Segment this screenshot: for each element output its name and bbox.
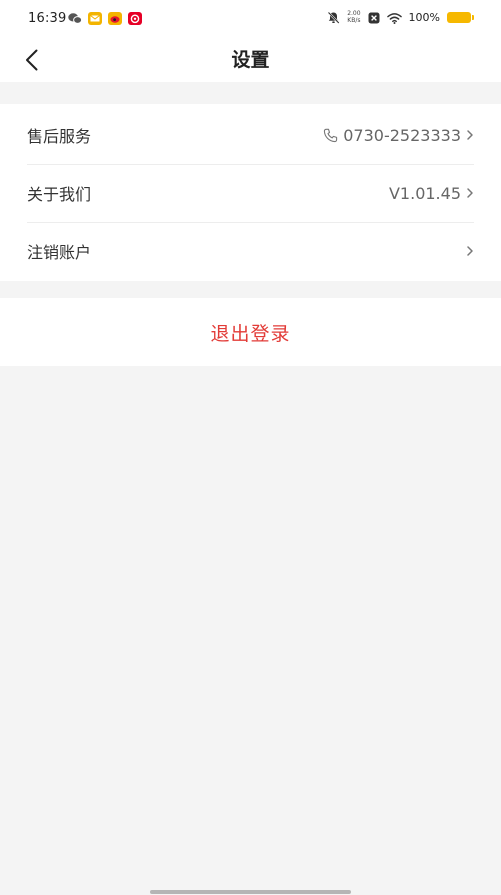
logout-label: 退出登录: [210, 322, 291, 345]
delete-account-value-group: [466, 245, 474, 257]
sim-blocked-icon: [368, 12, 380, 23]
wechat-icon: [68, 13, 82, 24]
about-us-label: 关于我们: [27, 185, 92, 204]
battery-icon: [447, 12, 474, 23]
weibo-icon: [108, 12, 122, 25]
chevron-right-icon: [466, 245, 474, 257]
notification-icons: [68, 12, 142, 25]
after-sales-phone-number: 0730-2523333: [343, 125, 461, 145]
network-speed-unit: KB/s: [347, 17, 361, 24]
status-right-group: 2.00 KB/s 100%: [327, 10, 474, 24]
page-title: 设置: [231, 49, 270, 71]
netease-icon: [128, 12, 142, 25]
chevron-right-icon: [466, 129, 474, 141]
phone-icon: [324, 128, 338, 142]
network-speed: 2.00 KB/s: [347, 10, 360, 24]
delete-account-item[interactable]: 注销账户: [27, 222, 474, 280]
after-sales-service-item[interactable]: 售后服务 0730-2523333: [27, 106, 474, 164]
mute-bell-icon: [327, 11, 340, 24]
settings-list: 售后服务 0730-2523333 关于我们 V1.01.45 注销账户: [0, 104, 501, 281]
mail-app-icon: [88, 12, 102, 25]
after-sales-service-value-group: 0730-2523333: [323, 126, 474, 145]
status-time: 16:39: [28, 11, 67, 26]
battery-percentage: 100%: [408, 11, 440, 24]
chevron-right-icon: [466, 187, 474, 199]
about-us-value-group: V1.01.45: [389, 184, 474, 203]
about-us-item[interactable]: 关于我们 V1.01.45: [27, 164, 474, 222]
header: 设置: [0, 38, 501, 82]
app-version: V1.01.45: [388, 183, 461, 203]
home-indicator[interactable]: [150, 890, 351, 894]
wifi-icon: [386, 12, 402, 24]
logout-button[interactable]: 退出登录: [0, 298, 501, 366]
after-sales-service-label: 售后服务: [27, 127, 92, 146]
network-speed-value: 2.00: [347, 10, 361, 17]
status-bar: 16:39 2.00 KB/s 100%: [0, 0, 501, 38]
delete-account-label: 注销账户: [27, 243, 92, 262]
